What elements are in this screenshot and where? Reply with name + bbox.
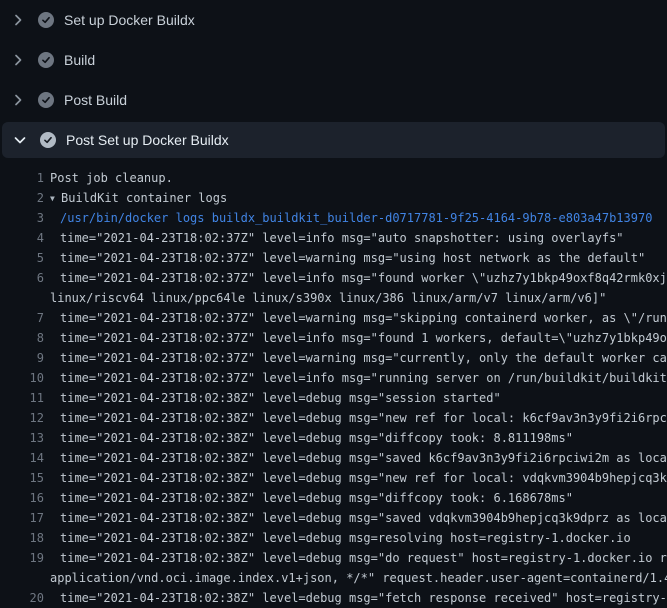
log-text: time="2021-04-23T18:02:38Z" level=debug … — [60, 528, 667, 548]
line-number[interactable]: 11 — [0, 388, 44, 408]
line-number[interactable]: 16 — [0, 488, 44, 508]
log-text: time="2021-04-23T18:02:38Z" level=debug … — [60, 448, 667, 468]
chevron-right-icon — [10, 12, 26, 28]
log-line-wrap: linux/riscv64 linux/ppc64le linux/s390x … — [0, 288, 667, 308]
log-line: 3 /usr/bin/docker logs buildx_buildkit_b… — [0, 208, 667, 228]
check-circle-icon — [38, 52, 54, 68]
log-text: Post job cleanup. — [50, 168, 667, 188]
line-number[interactable]: 3 — [0, 208, 44, 228]
log-line: 20 time="2021-04-23T18:02:38Z" level=deb… — [0, 588, 667, 608]
log-line: 1 Post job cleanup. — [0, 168, 667, 188]
log-text: time="2021-04-23T18:02:38Z" level=debug … — [60, 408, 667, 428]
log-text: linux/riscv64 linux/ppc64le linux/s390x … — [50, 288, 667, 308]
check-circle-icon — [40, 132, 56, 148]
log-text: time="2021-04-23T18:02:38Z" level=debug … — [60, 588, 667, 608]
line-number[interactable]: 17 — [0, 508, 44, 528]
step-row-build[interactable]: Build — [0, 40, 667, 80]
log-text: time="2021-04-23T18:02:38Z" level=debug … — [60, 508, 667, 528]
line-number[interactable]: 10 — [0, 368, 44, 388]
log-line: 12 time="2021-04-23T18:02:38Z" level=deb… — [0, 408, 667, 428]
log-text: time="2021-04-23T18:02:37Z" level=info m… — [60, 368, 667, 388]
log-text: time="2021-04-23T18:02:38Z" level=debug … — [60, 488, 667, 508]
log-line: 11 time="2021-04-23T18:02:38Z" level=deb… — [0, 388, 667, 408]
step-label: Build — [64, 52, 95, 68]
line-number[interactable]: 9 — [0, 348, 44, 368]
line-number — [0, 288, 44, 308]
line-number[interactable]: 8 — [0, 328, 44, 348]
group-title: BuildKit container logs — [61, 191, 227, 205]
log-line-wrap: application/vnd.oci.image.index.v1+json,… — [0, 568, 667, 588]
log-line: 16 time="2021-04-23T18:02:38Z" level=deb… — [0, 488, 667, 508]
log-text: time="2021-04-23T18:02:37Z" level=info m… — [60, 268, 667, 288]
line-number[interactable]: 12 — [0, 408, 44, 428]
log-line: 6 time="2021-04-23T18:02:37Z" level=info… — [0, 268, 667, 288]
chevron-down-icon — [12, 132, 28, 148]
line-number[interactable]: 20 — [0, 588, 44, 608]
step-label: Set up Docker Buildx — [64, 12, 195, 28]
log-text: time="2021-04-23T18:02:38Z" level=debug … — [60, 428, 667, 448]
log-text: application/vnd.oci.image.index.v1+json,… — [50, 568, 667, 588]
log-line: 2 ▼BuildKit container logs — [0, 188, 667, 208]
line-number — [0, 568, 44, 588]
log-line: 7 time="2021-04-23T18:02:37Z" level=warn… — [0, 308, 667, 328]
log-line: 14 time="2021-04-23T18:02:38Z" level=deb… — [0, 448, 667, 468]
log-line: 19 time="2021-04-23T18:02:38Z" level=deb… — [0, 548, 667, 568]
check-circle-icon — [38, 12, 54, 28]
line-number[interactable]: 14 — [0, 448, 44, 468]
log-text: time="2021-04-23T18:02:38Z" level=debug … — [60, 468, 667, 488]
line-number[interactable]: 7 — [0, 308, 44, 328]
log-text: time="2021-04-23T18:02:38Z" level=debug … — [60, 388, 667, 408]
step-row-setup-docker-buildx[interactable]: Set up Docker Buildx — [0, 0, 667, 40]
log-text: time="2021-04-23T18:02:37Z" level=info m… — [60, 228, 667, 248]
step-row-post-setup-docker-buildx[interactable]: Post Set up Docker Buildx — [2, 122, 665, 158]
log-line: 15 time="2021-04-23T18:02:38Z" level=deb… — [0, 468, 667, 488]
log-line: 4 time="2021-04-23T18:02:37Z" level=info… — [0, 228, 667, 248]
line-number[interactable]: 18 — [0, 528, 44, 548]
log-line: 9 time="2021-04-23T18:02:37Z" level=warn… — [0, 348, 667, 368]
log-line: 10 time="2021-04-23T18:02:37Z" level=inf… — [0, 368, 667, 388]
log-line: 17 time="2021-04-23T18:02:38Z" level=deb… — [0, 508, 667, 528]
log-line: 13 time="2021-04-23T18:02:38Z" level=deb… — [0, 428, 667, 448]
line-number[interactable]: 2 — [0, 188, 44, 208]
step-label: Post Set up Docker Buildx — [66, 132, 229, 148]
line-number[interactable]: 15 — [0, 468, 44, 488]
log-line: 18 time="2021-04-23T18:02:38Z" level=deb… — [0, 528, 667, 548]
step-row-post-build[interactable]: Post Build — [0, 80, 667, 120]
collapse-triangle-icon: ▼ — [50, 189, 61, 208]
line-number[interactable]: 19 — [0, 548, 44, 568]
log-text: time="2021-04-23T18:02:37Z" level=warnin… — [60, 348, 667, 368]
chevron-right-icon — [10, 52, 26, 68]
command-text: /usr/bin/docker logs buildx_buildkit_bui… — [60, 208, 667, 228]
check-circle-icon — [38, 92, 54, 108]
log-text: time="2021-04-23T18:02:37Z" level=info m… — [60, 328, 667, 348]
line-number[interactable]: 5 — [0, 248, 44, 268]
log-panel: 1 Post job cleanup. 2 ▼BuildKit containe… — [0, 160, 667, 608]
log-group-header[interactable]: ▼BuildKit container logs — [50, 188, 667, 208]
line-number[interactable]: 1 — [0, 168, 44, 188]
line-number[interactable]: 6 — [0, 268, 44, 288]
log-text: time="2021-04-23T18:02:38Z" level=debug … — [60, 548, 667, 568]
log-line: 5 time="2021-04-23T18:02:37Z" level=warn… — [0, 248, 667, 268]
log-line: 8 time="2021-04-23T18:02:37Z" level=info… — [0, 328, 667, 348]
line-number[interactable]: 4 — [0, 228, 44, 248]
steps-panel: Set up Docker Buildx Build Post Build Po… — [0, 0, 667, 158]
log-text: time="2021-04-23T18:02:37Z" level=warnin… — [60, 248, 667, 268]
log-text: time="2021-04-23T18:02:37Z" level=warnin… — [60, 308, 667, 328]
chevron-right-icon — [10, 92, 26, 108]
step-label: Post Build — [64, 92, 127, 108]
line-number[interactable]: 13 — [0, 428, 44, 448]
